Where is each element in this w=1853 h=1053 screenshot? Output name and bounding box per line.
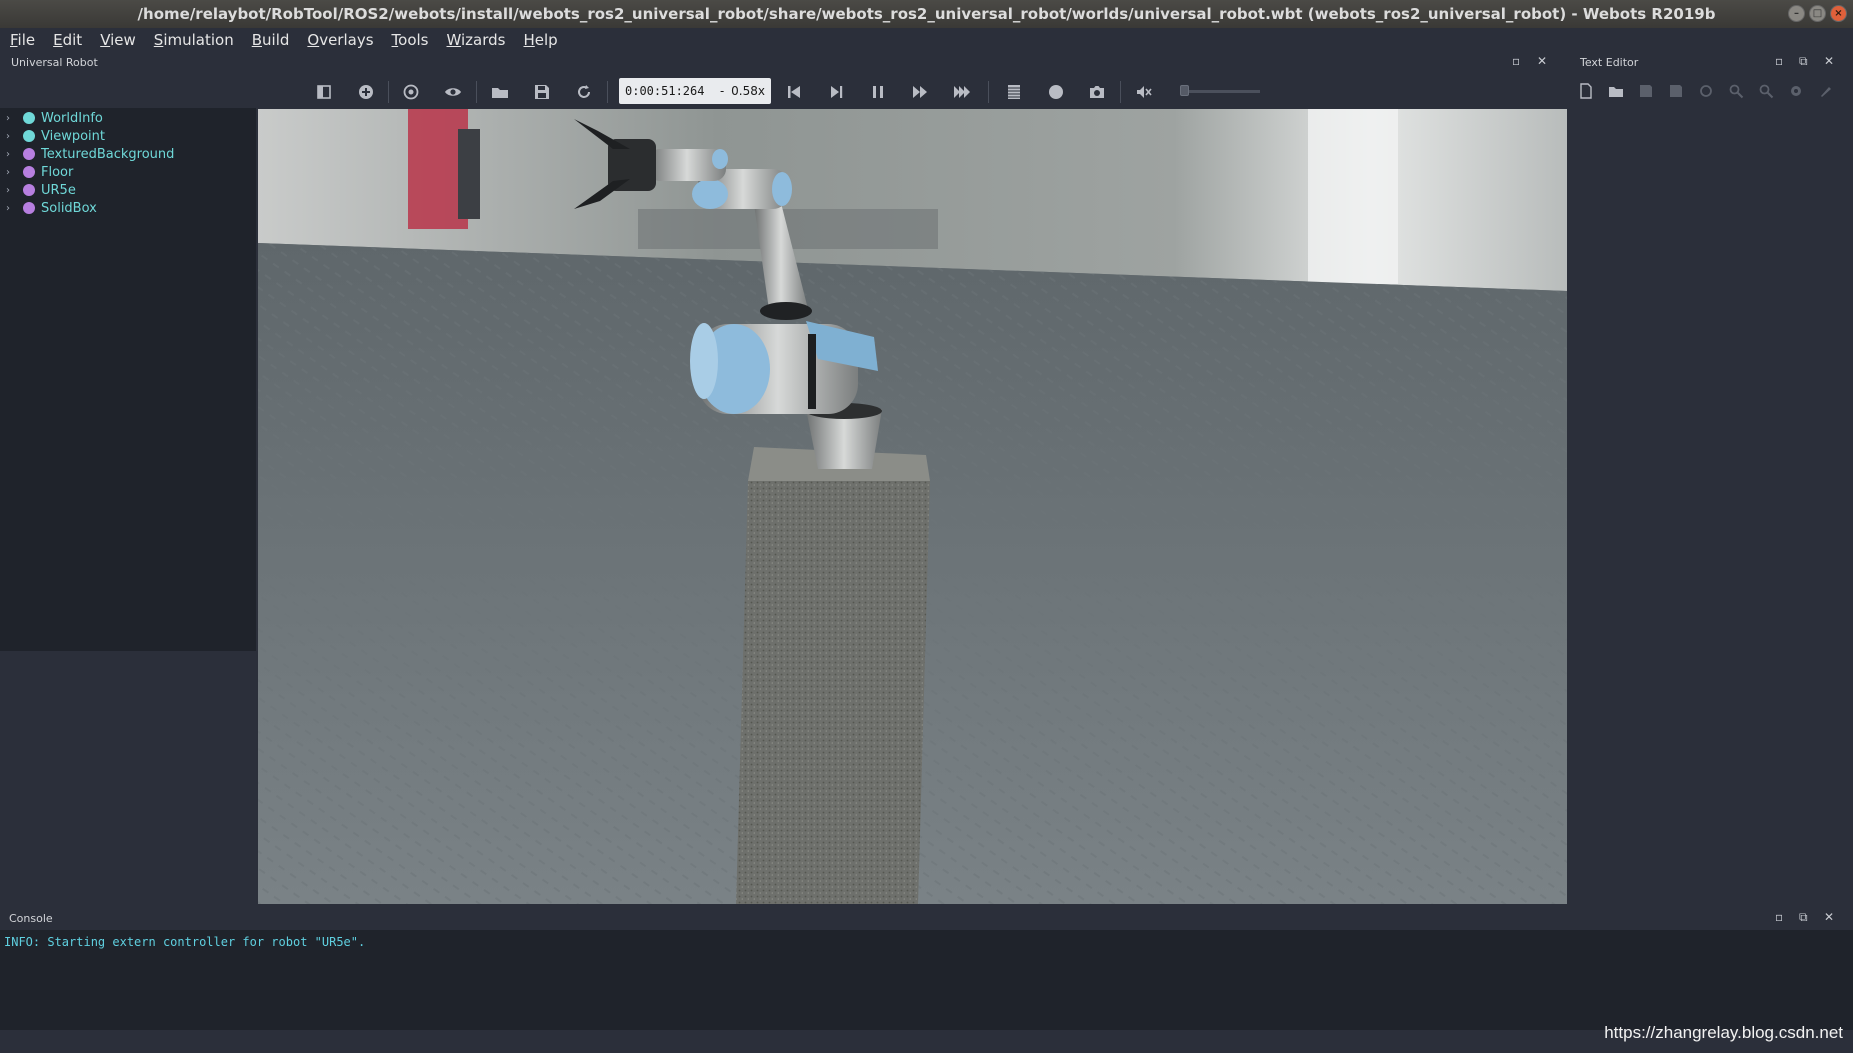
text-editor-panel xyxy=(1568,52,1853,904)
menu-wizards[interactable]: Wizards xyxy=(438,31,515,49)
tree-item-floor[interactable]: › Floor xyxy=(0,163,73,181)
proto-node-icon xyxy=(23,184,35,196)
proto-node-icon xyxy=(23,202,35,214)
chevron-right-icon[interactable]: › xyxy=(6,203,16,214)
scene-panel-float-button[interactable]: ▫ xyxy=(1512,54,1520,68)
minimize-button[interactable]: – xyxy=(1788,5,1805,22)
chevron-right-icon[interactable]: › xyxy=(6,167,16,178)
pause-icon[interactable] xyxy=(864,78,892,106)
text-editor-float-button[interactable]: ▫ xyxy=(1775,54,1783,68)
tree-item-worldinfo[interactable]: › WorldInfo xyxy=(0,109,103,127)
menu-edit[interactable]: Edit xyxy=(44,31,91,49)
3d-view[interactable] xyxy=(258,109,1567,904)
tree-item-viewpoint[interactable]: › Viewpoint xyxy=(0,127,105,145)
reload-world-icon[interactable] xyxy=(570,78,598,106)
save-as-icon[interactable] xyxy=(1665,80,1687,102)
console-header: Console ▫ ⧉ ✕ xyxy=(0,905,1853,930)
simulation-speed: 0.58x xyxy=(731,84,765,98)
scene-panel-title: Universal Robot xyxy=(11,56,98,69)
open-file-icon[interactable] xyxy=(1605,80,1627,102)
proto-node-icon xyxy=(23,148,35,160)
record-animation-icon[interactable] xyxy=(1042,78,1070,106)
status-bar xyxy=(0,1030,1853,1053)
console-output[interactable]: INFO: Starting extern controller for rob… xyxy=(0,930,1853,1030)
menu-build[interactable]: Build xyxy=(243,31,299,49)
reset-simulation-icon[interactable] xyxy=(780,78,808,106)
clean-brush-icon[interactable] xyxy=(1815,80,1837,102)
screenshot-icon[interactable] xyxy=(1083,78,1111,106)
record-movie-icon[interactable] xyxy=(1000,78,1028,106)
save-file-icon[interactable] xyxy=(1635,80,1657,102)
add-node-icon[interactable] xyxy=(352,78,380,106)
menu-bar: File Edit View Simulation Build Overlays… xyxy=(0,28,1853,52)
save-world-icon[interactable] xyxy=(528,78,556,106)
scene-panel-close-button[interactable]: ✕ xyxy=(1537,54,1547,68)
step-icon[interactable] xyxy=(822,78,850,106)
view-eye-icon[interactable] xyxy=(439,78,467,106)
simulation-time: 0:00:51:264 xyxy=(625,84,705,98)
chevron-right-icon[interactable]: › xyxy=(6,185,16,196)
window-title: /home/relaybot/RobTool/ROS2/webots/insta… xyxy=(137,5,1716,23)
replace-icon[interactable] xyxy=(1755,80,1777,102)
volume-slider[interactable] xyxy=(1182,90,1260,93)
tree-item-ur5e[interactable]: › UR5e xyxy=(0,181,76,199)
3d-scene-render[interactable] xyxy=(258,109,1567,904)
close-button[interactable]: × xyxy=(1830,5,1847,22)
find-icon[interactable] xyxy=(1725,80,1747,102)
time-separator: - xyxy=(718,84,726,98)
chevron-right-icon[interactable]: › xyxy=(6,113,16,124)
node-icon xyxy=(23,112,35,124)
console-title: Console xyxy=(9,912,53,925)
window-title-bar: /home/relaybot/RobTool/ROS2/webots/insta… xyxy=(0,0,1853,28)
menu-help[interactable]: Help xyxy=(515,31,567,49)
node-icon xyxy=(23,130,35,142)
menu-simulation[interactable]: Simulation xyxy=(145,31,243,49)
new-file-icon[interactable] xyxy=(1575,80,1597,102)
tree-item-solidbox[interactable]: › SolidBox xyxy=(0,199,97,217)
menu-overlays[interactable]: Overlays xyxy=(298,31,382,49)
tree-item-texturedbackground[interactable]: › TexturedBackground xyxy=(0,145,174,163)
menu-file[interactable]: File xyxy=(0,31,44,49)
build-gear-icon[interactable] xyxy=(1785,80,1807,102)
field-editor-panel xyxy=(0,651,256,904)
volume-slider-handle[interactable] xyxy=(1180,85,1189,96)
fast-forward-icon[interactable] xyxy=(948,78,976,106)
chevron-right-icon[interactable]: › xyxy=(6,131,16,142)
revert-file-icon[interactable] xyxy=(1695,80,1717,102)
menu-view[interactable]: View xyxy=(91,31,145,49)
menu-tools[interactable]: Tools xyxy=(383,31,438,49)
text-editor-title: Text Editor xyxy=(1580,56,1639,69)
simulation-time-display: 0:00:51:264 - 0.58x xyxy=(619,78,771,104)
text-editor-close-button[interactable]: ✕ xyxy=(1824,54,1834,68)
console-close-button[interactable]: ✕ xyxy=(1824,910,1834,924)
chevron-right-icon[interactable]: › xyxy=(6,149,16,160)
console-float-button[interactable]: ▫ xyxy=(1775,910,1783,924)
open-world-icon[interactable] xyxy=(486,78,514,106)
maximize-button[interactable]: □ xyxy=(1809,5,1826,22)
console-log-line: INFO: Starting extern controller for rob… xyxy=(4,935,366,949)
text-editor-undock-button[interactable]: ⧉ xyxy=(1799,54,1808,69)
reset-viewpoint-icon[interactable] xyxy=(397,78,425,106)
proto-node-icon xyxy=(23,166,35,178)
console-undock-button[interactable]: ⧉ xyxy=(1799,910,1808,925)
toggle-scene-tree-icon[interactable] xyxy=(310,78,338,106)
run-realtime-icon[interactable] xyxy=(906,78,934,106)
watermark-text: https://zhangrelay.blog.csdn.net xyxy=(1604,1023,1843,1042)
mute-icon[interactable] xyxy=(1130,78,1158,106)
scene-tree: › WorldInfo › Viewpoint › TexturedBackgr… xyxy=(0,108,256,651)
